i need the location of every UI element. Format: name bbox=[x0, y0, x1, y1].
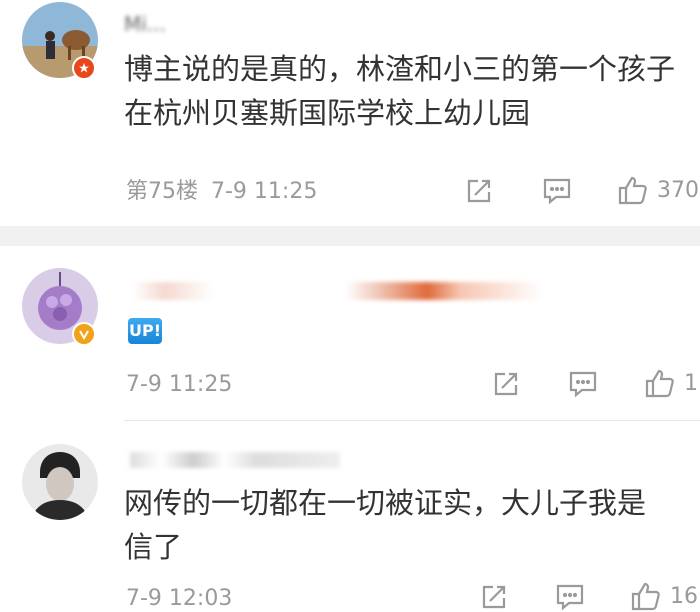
username[interactable]: Mi... bbox=[124, 14, 244, 34]
like-button[interactable]: 1 bbox=[644, 367, 698, 399]
comment-divider bbox=[124, 420, 700, 421]
comment-text-line-1: 网传的一切都在一切被证实，大儿子我是 bbox=[124, 486, 647, 520]
comment-meta: 7-9 12:03 bbox=[126, 586, 232, 612]
avatar[interactable] bbox=[22, 444, 98, 520]
username[interactable] bbox=[130, 452, 340, 468]
reply-button[interactable] bbox=[568, 370, 598, 398]
comment-text-line-2: 在杭州贝塞斯国际学校上幼儿园 bbox=[124, 96, 531, 130]
comment-text-line-1: 博主说的是真的，林渣和小三的第一个孩子 bbox=[124, 52, 676, 86]
comment-time: 7-9 11:25 bbox=[126, 372, 233, 397]
floor-number: 第75楼 bbox=[126, 179, 198, 204]
comment-icon bbox=[543, 178, 571, 205]
comment-text-line-2: 信了 bbox=[124, 530, 183, 564]
comment-meta: 第75楼 7-9 11:25 bbox=[126, 179, 317, 205]
comment-icon bbox=[556, 584, 584, 611]
thumbs-up-icon bbox=[645, 369, 674, 398]
username[interactable] bbox=[132, 282, 542, 300]
share-icon bbox=[482, 585, 506, 609]
section-divider bbox=[0, 226, 700, 246]
like-button[interactable]: 370 bbox=[617, 174, 699, 206]
repost-button[interactable] bbox=[492, 370, 520, 398]
comment-time: 7-9 12:03 bbox=[126, 586, 233, 611]
up-emoji-icon: UP! bbox=[128, 318, 162, 344]
verified-badge-icon bbox=[72, 56, 96, 80]
repost-button[interactable] bbox=[465, 177, 493, 205]
comment-meta: 7-9 11:25 bbox=[126, 372, 232, 398]
repost-button[interactable] bbox=[480, 583, 508, 611]
reply-button[interactable] bbox=[542, 177, 572, 205]
thumbs-up-icon bbox=[618, 176, 647, 205]
thumbs-up-icon bbox=[631, 582, 660, 611]
share-icon bbox=[467, 179, 491, 203]
share-icon bbox=[494, 372, 518, 396]
reply-button[interactable] bbox=[555, 583, 585, 611]
verified-badge-icon bbox=[72, 322, 96, 346]
like-button[interactable]: 16 bbox=[630, 580, 698, 612]
like-count: 16 bbox=[670, 583, 698, 609]
like-count: 370 bbox=[657, 177, 699, 203]
comment-icon bbox=[569, 371, 597, 398]
like-count: 1 bbox=[684, 370, 698, 396]
comment-time: 7-9 11:25 bbox=[211, 179, 318, 204]
